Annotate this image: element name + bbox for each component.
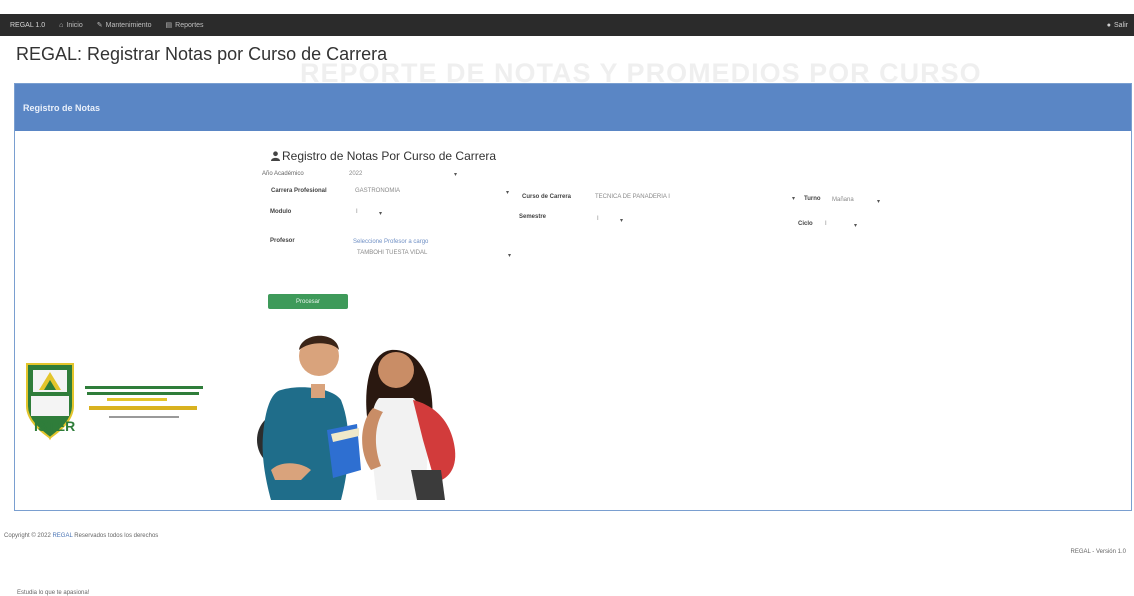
chevron-down-icon: ▾	[453, 172, 457, 178]
profesor-value: TAMBOHI TUESTA VIDAL	[357, 250, 428, 256]
modulo-select[interactable]: I ▾	[352, 206, 382, 218]
nav-item-label: Salir	[1113, 21, 1128, 29]
logo-mark: ISTER	[34, 418, 76, 434]
turno-select[interactable]: Mañana ▾	[828, 194, 880, 206]
procesar-label: Procesar	[295, 298, 320, 305]
curso-value: TECNICA DE PANADERIA I	[595, 194, 670, 200]
anio-label: Año Académico	[262, 171, 304, 177]
chevron-down-icon: ▾	[853, 223, 857, 229]
user-icon	[271, 151, 280, 161]
turno-value: Mañana	[832, 197, 854, 203]
carrera-label: Carrera Profesional	[271, 188, 327, 194]
modulo-label: Modulo	[270, 209, 292, 215]
copyright-suffix: Reservados todos los derechos	[74, 533, 159, 539]
curso-select[interactable]: TECNICA DE PANADERIA I ▾	[591, 191, 795, 203]
nav-item-label: Inicio	[66, 21, 83, 29]
top-navbar: REGAL 1.0 ⌂ Inicio ✎ Mantenimiento ▤ Rep…	[0, 14, 1134, 36]
anio-select[interactable]: 2022 ▾	[345, 168, 457, 180]
user-icon: ●	[1106, 21, 1111, 29]
ciclo-label: Ciclo	[798, 221, 813, 227]
students-image	[257, 335, 456, 500]
nav-item-label: Reportes	[175, 21, 204, 29]
copyright: Copyright © 2022 REGAL Reservados todos …	[4, 533, 158, 539]
profesor-label: Profesor	[270, 238, 295, 244]
navbar-brand[interactable]: REGAL 1.0	[10, 22, 45, 29]
form-title: Registro de Notas Por Curso de Carrera	[271, 149, 496, 163]
chevron-down-icon: ▾	[876, 199, 880, 205]
chevron-down-icon: ▾	[791, 196, 795, 202]
nav-item-label: Mantenimiento	[105, 21, 152, 29]
chevron-down-icon: ▾	[507, 253, 511, 259]
copyright-brand-link[interactable]: REGAL	[52, 533, 72, 539]
ciclo-value: I	[825, 221, 827, 227]
nav-item-mantenimiento[interactable]: ✎ Mantenimiento	[96, 21, 152, 30]
institute-logo: ISTER	[23, 362, 213, 442]
chevron-down-icon: ▾	[505, 190, 509, 196]
version-label: REGAL - Versión 1.0	[1070, 549, 1126, 555]
curso-label: Curso de Carrera	[522, 194, 572, 200]
ciclo-select[interactable]: I ▾	[821, 218, 857, 230]
anio-value: 2022	[349, 171, 363, 177]
document-icon: ▤	[165, 22, 173, 29]
modulo-value: I	[356, 209, 358, 215]
turno-label: Turno	[804, 196, 821, 202]
carrera-select[interactable]: GASTRONOMIA ▾	[353, 185, 509, 197]
semestre-label: Semestre	[519, 214, 547, 220]
carrera-value: GASTRONOMIA	[355, 188, 401, 194]
page-title: REGAL: Registrar Notas por Curso de Carr…	[16, 44, 388, 64]
chevron-down-icon: ▾	[378, 211, 382, 217]
profesor-hint: Seleccione Profesor a cargo	[353, 239, 429, 245]
form-title-text: Registro de Notas Por Curso de Carrera	[282, 149, 497, 163]
nav-item-inicio[interactable]: ⌂ Inicio	[59, 22, 83, 29]
copyright-prefix: Copyright © 2022	[4, 533, 51, 539]
semestre-value: I	[597, 216, 599, 222]
home-icon: ⌂	[59, 21, 64, 29]
procesar-button[interactable]: Procesar	[268, 294, 348, 309]
nav-item-reportes[interactable]: ▤ Reportes	[165, 21, 204, 30]
profesor-select[interactable]: TAMBOHI TUESTA VIDAL ▾	[353, 248, 511, 260]
panel-heading: Registro de Notas	[15, 84, 1131, 131]
wrench-icon: ✎	[96, 22, 103, 29]
registro-panel: Registro de Notas Registro de Notas Por …	[14, 83, 1132, 596]
chevron-down-icon: ▾	[619, 218, 623, 224]
semestre-select[interactable]: I ▾	[589, 213, 623, 225]
nav-item-salir[interactable]: ● Salir	[1107, 22, 1128, 29]
tagline: Estudia lo que te apasiona!	[17, 590, 90, 596]
